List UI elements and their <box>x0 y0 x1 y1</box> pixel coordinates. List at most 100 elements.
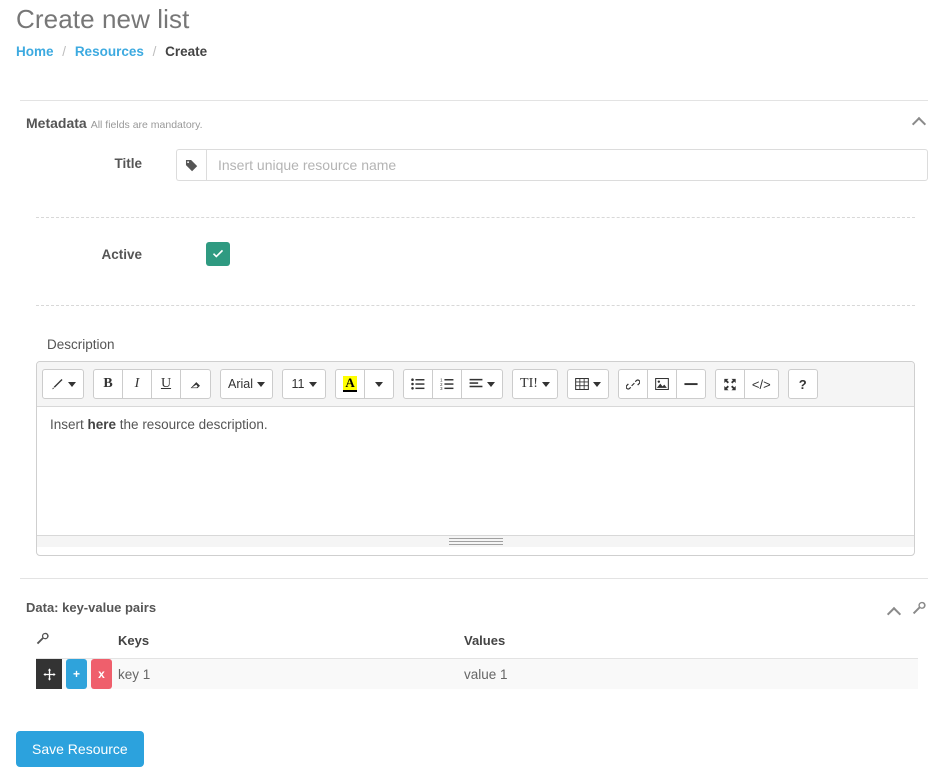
fontsize-value: 11 <box>291 377 305 391</box>
page-title: Create new list <box>16 4 190 34</box>
lineheight-label: TI! <box>520 376 538 391</box>
description-text-bold: here <box>87 417 117 432</box>
save-resource-button[interactable]: Save Resource <box>16 731 144 767</box>
divider-dashed-2 <box>36 305 915 306</box>
resize-grip-icon[interactable] <box>448 536 503 547</box>
fontsize-dropdown-button[interactable]: 11 <box>282 369 327 399</box>
breadcrumb-item-resources[interactable]: Resources <box>75 44 144 59</box>
chevron-down-icon <box>308 381 317 387</box>
active-checkbox[interactable] <box>206 242 230 266</box>
title-input[interactable] <box>206 149 928 181</box>
tools-column-header <box>36 632 118 659</box>
horizontal-rule-icon <box>684 383 698 386</box>
picture-icon <box>655 378 669 390</box>
magic-wand-icon <box>52 378 63 389</box>
table-row: + x key 1 value 1 <box>36 658 918 689</box>
value-cell[interactable]: value 1 <box>464 658 918 689</box>
fontname-dropdown-button[interactable]: Arial <box>220 369 274 399</box>
ordered-list-icon: 123 <box>440 378 454 390</box>
underline-button[interactable]: U <box>151 369 181 399</box>
divider-bottom <box>20 578 928 579</box>
editor-statusbar <box>37 535 914 547</box>
paragraph-dropdown-button[interactable] <box>461 369 504 399</box>
breadcrumb-item-create: Create <box>165 44 208 59</box>
description-editor: B I U Arial 11 A 1 2 3 TI! </> ? Insert … <box>36 361 915 556</box>
codeview-button[interactable]: </> <box>743 369 779 399</box>
fontsize-group: 11 <box>282 369 327 399</box>
link-icon <box>625 378 640 390</box>
description-text-prefix: Insert <box>50 417 88 432</box>
recent-color-button[interactable]: A <box>335 369 366 399</box>
fontname-value: Arial <box>228 377 254 391</box>
title-label: Title <box>114 156 142 171</box>
data-section-heading: Data: key-value pairs <box>26 600 157 615</box>
metadata-subtext: All fields are mandatory. <box>90 119 203 131</box>
lineheight-group: TI! <box>512 369 558 399</box>
row-tools-cell: + x <box>36 658 118 689</box>
add-row-button[interactable]: + <box>66 659 87 689</box>
wrench-icon[interactable] <box>36 632 49 647</box>
title-input-group <box>176 149 928 181</box>
row-buttons: + x <box>36 659 118 689</box>
bold-button[interactable]: B <box>93 369 123 399</box>
font-style-group: B I U <box>93 369 211 399</box>
description-editable-area[interactable]: Insert here the resource description. <box>37 407 914 535</box>
picture-button[interactable] <box>646 369 677 399</box>
eraser-icon <box>190 381 200 388</box>
style-dropdown-button[interactable] <box>42 369 84 399</box>
ordered-list-button[interactable]: 123 <box>432 369 463 399</box>
unordered-list-button[interactable] <box>403 369 434 399</box>
breadcrumb: Home / Resources / Create <box>16 44 207 59</box>
chevron-up-icon[interactable] <box>913 116 926 125</box>
create-list-page: Create new list Home / Resources / Creat… <box>0 0 948 784</box>
clear-formatting-button[interactable] <box>180 369 211 399</box>
remove-row-button[interactable]: x <box>91 659 112 689</box>
help-button[interactable]: ? <box>787 369 818 399</box>
svg-text:3: 3 <box>440 386 443 390</box>
chevron-down-icon <box>592 381 601 387</box>
move-handle-icon[interactable] <box>36 659 62 689</box>
italic-button[interactable]: I <box>122 369 152 399</box>
table-dropdown-button[interactable] <box>566 369 609 399</box>
description-text-suffix: the resource description. <box>116 417 268 432</box>
chevron-down-icon <box>257 381 266 387</box>
unordered-list-icon <box>411 378 425 390</box>
breadcrumb-item-home[interactable]: Home <box>16 44 54 59</box>
chevron-down-icon <box>68 381 76 387</box>
chevron-down-icon <box>487 381 496 387</box>
divider-top <box>20 100 928 101</box>
check-icon <box>212 249 224 258</box>
color-group: A <box>335 369 395 399</box>
table-group <box>566 369 609 399</box>
color-dropdown-button[interactable] <box>364 369 395 399</box>
table-icon <box>575 378 589 390</box>
keys-column-header: Keys <box>118 632 464 659</box>
chevron-up-icon[interactable] <box>888 606 901 615</box>
fullscreen-icon <box>724 378 736 390</box>
metadata-panel-tools <box>913 116 926 125</box>
chevron-down-icon <box>541 381 550 387</box>
fullscreen-button[interactable] <box>714 369 745 399</box>
metadata-heading-label: Metadata <box>26 115 87 131</box>
table-header-row: Keys Values <box>36 632 918 659</box>
align-left-icon <box>469 378 483 388</box>
description-label: Description <box>47 337 115 352</box>
editor-toolbar: B I U Arial 11 A 1 2 3 TI! </> ? <box>37 362 914 407</box>
lineheight-dropdown-button[interactable]: TI! <box>512 369 558 399</box>
insert-group <box>617 369 706 399</box>
breadcrumb-separator: / <box>62 44 67 59</box>
data-section-tools <box>888 601 926 619</box>
fontname-group: Arial <box>220 369 274 399</box>
chevron-down-icon <box>375 381 384 387</box>
active-label: Active <box>101 247 142 262</box>
paragraph-group: 123 <box>403 369 504 399</box>
link-button[interactable] <box>617 369 648 399</box>
wrench-icon[interactable] <box>912 601 926 619</box>
horizontal-rule-button[interactable] <box>675 369 706 399</box>
metadata-heading: Metadata All fields are mandatory. <box>26 115 203 131</box>
key-cell[interactable]: key 1 <box>118 658 464 689</box>
values-column-header: Values <box>464 632 918 659</box>
style-group <box>42 369 84 399</box>
key-value-table: Keys Values + x key 1 value 1 <box>36 632 918 689</box>
divider-dashed-1 <box>36 217 915 218</box>
